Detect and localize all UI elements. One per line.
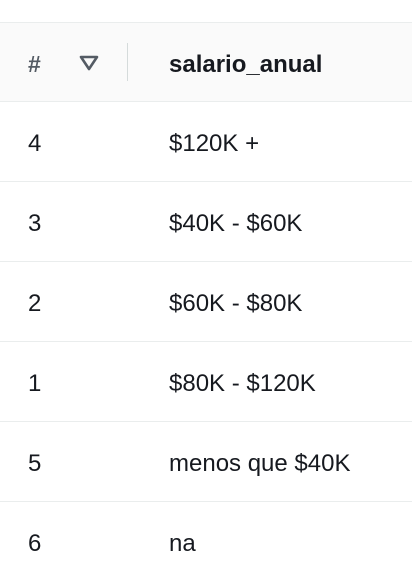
table-row[interactable]: 2 $60K - $80K <box>0 262 412 342</box>
column-resize-divider[interactable] <box>127 43 128 81</box>
sort-triangle-svg <box>79 55 99 71</box>
row-index: 4 <box>28 130 42 157</box>
salario-anual-column-header[interactable]: salario_anual <box>169 51 322 79</box>
row-index: 3 <box>28 210 42 237</box>
table-header: # salario_anual <box>0 22 412 102</box>
row-index: 1 <box>28 370 42 397</box>
row-value: $60K - $80K <box>169 290 303 317</box>
table-row[interactable]: 3 $40K - $60K <box>0 182 412 262</box>
row-value: $40K - $60K <box>169 210 303 237</box>
row-index: 5 <box>28 450 42 477</box>
sort-descending-icon[interactable] <box>79 54 99 72</box>
table-row[interactable]: 5 menos que $40K <box>0 422 412 502</box>
row-value: $120K + <box>169 130 260 157</box>
table-row[interactable]: 4 $120K + <box>0 102 412 182</box>
table-body: 4 $120K + 3 $40K - $60K 2 $60K - $80K 1 … <box>0 102 412 582</box>
row-index: 2 <box>28 290 42 317</box>
row-value: na <box>169 530 196 557</box>
row-index: 6 <box>28 530 42 557</box>
row-value: $80K - $120K <box>169 370 316 397</box>
results-table: # salario_anual 4 $120K + 3 $40K - $60K … <box>0 0 412 557</box>
row-value: menos que $40K <box>169 450 351 477</box>
table-row[interactable]: 6 na <box>0 502 412 582</box>
table-row[interactable]: 1 $80K - $120K <box>0 342 412 422</box>
index-column-header[interactable]: # <box>28 51 41 78</box>
